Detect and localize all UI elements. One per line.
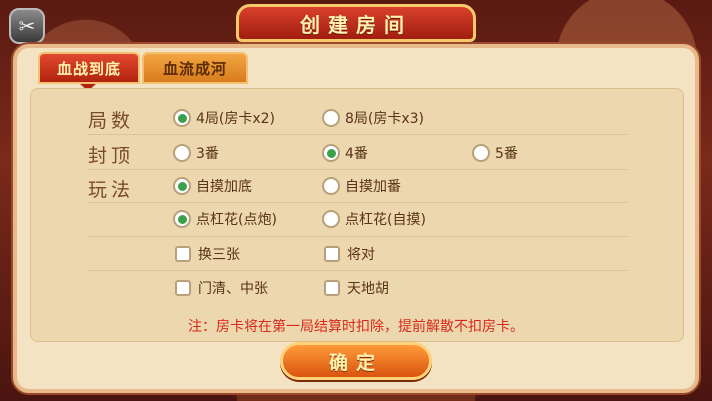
divider [88, 169, 628, 170]
cap-option-3[interactable]: 3番 [173, 143, 219, 163]
tab-xuezhan[interactable]: 血战到底 [38, 52, 140, 84]
check-jiangdui[interactable]: 将对 [324, 244, 375, 264]
cap-option-4[interactable]: 4番 [322, 143, 368, 163]
play-option-zimo-jiadi[interactable]: 自摸加底 [173, 176, 252, 196]
rounds-label: 局数 [88, 110, 135, 132]
divider [88, 202, 628, 203]
checkbox[interactable] [175, 246, 191, 262]
radio-button[interactable] [322, 177, 340, 195]
cap-option-5[interactable]: 5番 [472, 143, 518, 163]
checkbox[interactable] [175, 280, 191, 296]
option-label: 8局(房卡x3) [345, 111, 425, 127]
dialog-title: 创建房间 [300, 12, 412, 37]
confirm-label: 确定 [328, 351, 383, 374]
settings-button[interactable]: ✂ [9, 8, 45, 44]
radio-button[interactable] [173, 109, 191, 127]
divider [88, 134, 628, 135]
radio-button[interactable] [173, 210, 191, 228]
radio-button[interactable] [472, 144, 490, 162]
option-label: 5番 [495, 146, 518, 162]
check-tiandihu[interactable]: 天地胡 [324, 278, 389, 298]
scissors-icon: ✂ [18, 14, 36, 38]
checkbox[interactable] [324, 246, 340, 262]
tab-xueliu[interactable]: 血流成河 [142, 52, 248, 84]
radio-button[interactable] [173, 177, 191, 195]
confirm-button[interactable]: 确定 [280, 342, 432, 380]
rounds-option-4[interactable]: 4局(房卡x2) [173, 108, 275, 128]
cap-label: 封顶 [88, 145, 135, 167]
option-label: 门清、中张 [198, 281, 268, 297]
title-banner: 创建房间 [236, 4, 476, 42]
radio-button[interactable] [322, 109, 340, 127]
option-label: 自摸加底 [196, 179, 252, 195]
divider [88, 270, 628, 271]
play-label: 玩法 [88, 179, 135, 201]
option-label: 3番 [196, 146, 219, 162]
option-label: 将对 [347, 247, 375, 263]
radio-button[interactable] [322, 144, 340, 162]
check-huansanzhang[interactable]: 换三张 [175, 244, 240, 264]
checkbox[interactable] [324, 280, 340, 296]
option-label: 换三张 [198, 247, 240, 263]
option-label: 点杠花(自摸) [345, 212, 426, 228]
option-label: 4番 [345, 146, 368, 162]
option-label: 4局(房卡x2) [196, 111, 276, 127]
play-option-dianganghua-dianpao[interactable]: 点杠花(点炮) [173, 209, 277, 229]
divider [88, 236, 628, 237]
room-card-note: 注：房卡将在第一局结算时扣除，提前解散不扣房卡。 [188, 319, 524, 335]
option-label: 点杠花(点炮) [196, 212, 277, 228]
option-label: 天地胡 [347, 281, 389, 297]
rounds-option-8[interactable]: 8局(房卡x3) [322, 108, 424, 128]
check-menqing-zhongzhang[interactable]: 门清、中张 [175, 278, 268, 298]
play-option-zimo-jiafan[interactable]: 自摸加番 [322, 176, 401, 196]
radio-button[interactable] [173, 144, 191, 162]
option-label: 自摸加番 [345, 179, 401, 195]
play-option-dianganghua-zimo[interactable]: 点杠花(自摸) [322, 209, 426, 229]
radio-button[interactable] [322, 210, 340, 228]
